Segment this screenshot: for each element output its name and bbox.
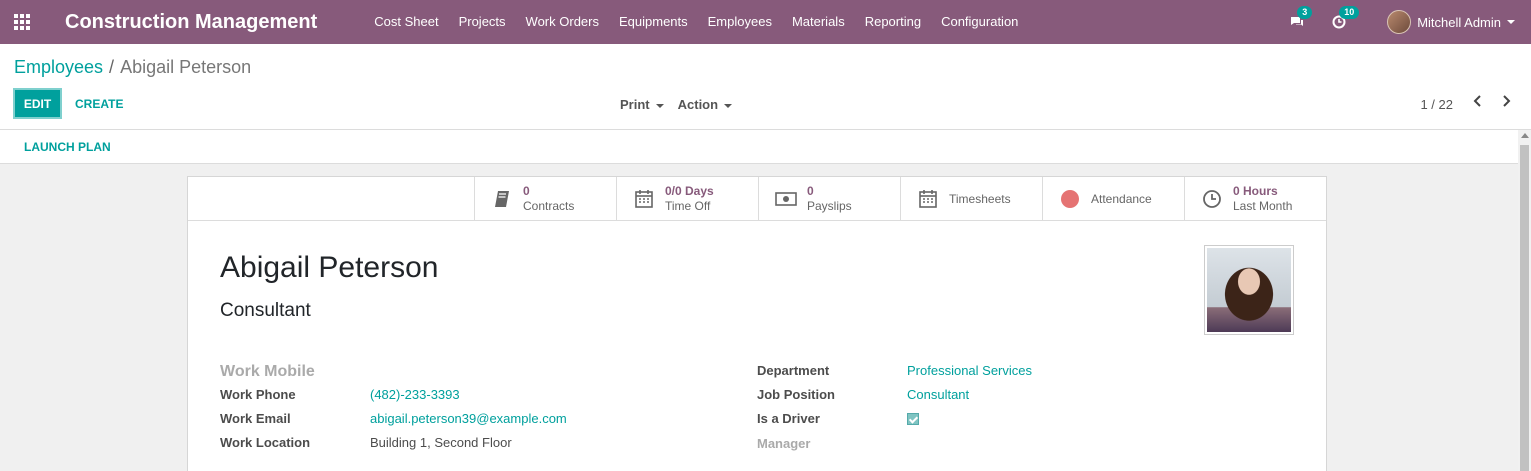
employee-photo[interactable] xyxy=(1204,245,1294,335)
apps-menu-icon[interactable] xyxy=(0,0,44,44)
user-name: Mitchell Admin xyxy=(1417,14,1501,30)
breadcrumb: Employees / Abigail Peterson xyxy=(14,57,251,78)
employee-photo-image xyxy=(1207,248,1291,332)
contracts-smart-button[interactable]: 0 Contracts xyxy=(474,177,616,221)
timesheets-smart-button[interactable]: Timesheets xyxy=(900,177,1042,221)
next-record-icon[interactable] xyxy=(1501,94,1511,108)
work-email-label: Work Email xyxy=(220,411,291,426)
vertical-scrollbar[interactable] xyxy=(1518,130,1531,471)
hours-smart-button[interactable]: 0 Hours Last Month xyxy=(1184,177,1326,221)
edit-button[interactable]: EDIT xyxy=(13,88,62,119)
scroll-up-icon[interactable] xyxy=(1521,133,1529,138)
contracts-count: 0 xyxy=(523,184,530,198)
user-menu[interactable]: Mitchell Admin xyxy=(1387,10,1515,34)
control-panel: Employees / Abigail Peterson EDIT CREATE P… xyxy=(0,44,1531,130)
payslips-count: 0 xyxy=(807,184,814,198)
top-navbar: Construction Management Cost Sheet Proje… xyxy=(0,0,1531,44)
work-phone-value[interactable]: (482)-233-3393 xyxy=(370,387,460,402)
attendance-label: Attendance xyxy=(1091,192,1152,206)
systray: 3 10 Mitchell Admin xyxy=(1287,0,1515,44)
timesheets-label: Timesheets xyxy=(949,192,1011,206)
contracts-label: Contracts xyxy=(523,199,575,213)
app-brand[interactable]: Construction Management xyxy=(65,11,317,34)
is-driver-label: Is a Driver xyxy=(757,411,820,426)
chevron-down-icon xyxy=(724,103,733,108)
menu-item-work-orders[interactable]: Work Orders xyxy=(516,0,609,44)
menu-item-employees[interactable]: Employees xyxy=(698,0,782,44)
form-sheet: 0 Contracts 0/0 Days Time Off 0 Payslips Ti… xyxy=(187,176,1327,471)
menu-item-cost-sheet[interactable]: Cost Sheet xyxy=(364,0,448,44)
work-location-label: Work Location xyxy=(220,435,311,450)
print-dropdown[interactable]: Print xyxy=(620,97,664,112)
main-menu: Cost Sheet Projects Work Orders Equipmen… xyxy=(364,0,1028,44)
action-dropdowns: Print Action xyxy=(620,97,746,112)
print-label: Print xyxy=(620,97,650,112)
breadcrumb-separator: / xyxy=(109,57,115,77)
chevron-down-icon xyxy=(1507,20,1515,24)
calendar-icon xyxy=(917,188,939,210)
activities-button[interactable]: 10 xyxy=(1329,6,1360,32)
work-phone-label: Work Phone xyxy=(220,387,296,402)
menu-item-materials[interactable]: Materials xyxy=(782,0,855,44)
menu-item-equipments[interactable]: Equipments xyxy=(609,0,698,44)
menu-item-projects[interactable]: Projects xyxy=(449,0,516,44)
user-avatar xyxy=(1387,10,1412,34)
time-off-smart-button[interactable]: 0/0 Days Time Off xyxy=(616,177,758,221)
employee-job-title[interactable]: Consultant xyxy=(220,300,311,322)
department-value[interactable]: Professional Services xyxy=(907,363,1032,378)
launch-plan-button[interactable]: LAUNCH PLAN xyxy=(24,140,111,154)
pager-value[interactable]: 1 / 22 xyxy=(1420,97,1453,112)
money-icon xyxy=(775,188,797,210)
chevron-down-icon xyxy=(655,103,664,108)
payslips-label: Payslips xyxy=(807,199,852,213)
form-statusbar: LAUNCH PLAN xyxy=(0,130,1518,164)
time-off-value: 0/0 Days xyxy=(665,184,714,198)
department-label: Department xyxy=(757,363,830,378)
manager-label: Manager xyxy=(757,436,811,451)
messages-button[interactable]: 3 xyxy=(1287,6,1313,32)
scrollbar-thumb[interactable] xyxy=(1520,145,1529,471)
work-location-value[interactable]: Building 1, Second Floor xyxy=(370,435,512,450)
breadcrumb-current: Abigail Peterson xyxy=(120,57,252,77)
hours-label: Last Month xyxy=(1233,199,1293,213)
breadcrumb-employees[interactable]: Employees xyxy=(14,57,103,77)
time-off-label: Time Off xyxy=(665,199,711,213)
action-dropdown[interactable]: Action xyxy=(677,97,733,112)
attendance-smart-button[interactable]: Attendance xyxy=(1042,177,1184,221)
create-button[interactable]: CREATE xyxy=(75,97,123,111)
smart-buttons: 0 Contracts 0/0 Days Time Off 0 Payslips Ti… xyxy=(188,177,1326,221)
pager-nav xyxy=(1473,94,1511,108)
work-mobile-label: Work Mobile xyxy=(220,363,315,380)
status-dot-icon xyxy=(1059,188,1081,210)
action-label: Action xyxy=(677,97,719,112)
payslips-smart-button[interactable]: 0 Payslips xyxy=(758,177,900,221)
previous-record-icon[interactable] xyxy=(1473,94,1483,108)
job-position-label: Job Position xyxy=(757,387,835,402)
clock-icon xyxy=(1201,188,1223,210)
book-icon xyxy=(491,188,513,210)
hours-value: 0 Hours xyxy=(1233,184,1278,198)
menu-item-configuration[interactable]: Configuration xyxy=(931,0,1028,44)
employee-name[interactable]: Abigail Peterson xyxy=(220,251,438,285)
job-position-value[interactable]: Consultant xyxy=(907,387,969,402)
activities-count-badge: 10 xyxy=(1339,6,1360,19)
is-driver-checkbox[interactable] xyxy=(907,413,919,425)
work-email-value[interactable]: abigail.peterson39@example.com xyxy=(370,411,567,426)
messages-count-badge: 3 xyxy=(1297,6,1313,19)
menu-item-reporting[interactable]: Reporting xyxy=(855,0,931,44)
calendar-icon xyxy=(633,188,655,210)
